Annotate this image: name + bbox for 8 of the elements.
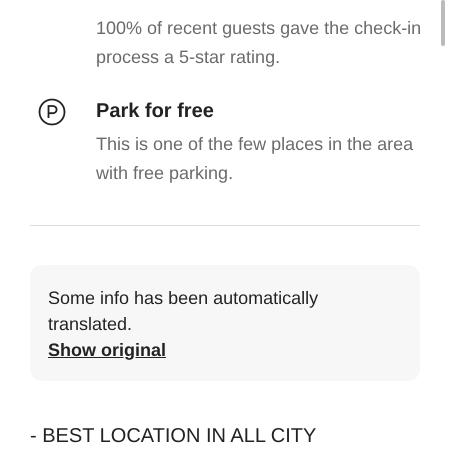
highlight-description: 100% of recent guests gave the check-in process a 5-star rating. [96, 17, 422, 69]
highlight-description: This is one of the few places in the area with free parking. [96, 133, 414, 185]
scrollbar[interactable] [441, 0, 445, 46]
show-original-link[interactable]: Show original [48, 340, 166, 360]
highlight-title: Park for free [96, 99, 215, 124]
notice-message: Some info has been automatically translated. [48, 287, 320, 336]
parking-icon [38, 98, 66, 126]
listing-description: - BEST LOCATION IN ALL CITY [30, 425, 318, 448]
